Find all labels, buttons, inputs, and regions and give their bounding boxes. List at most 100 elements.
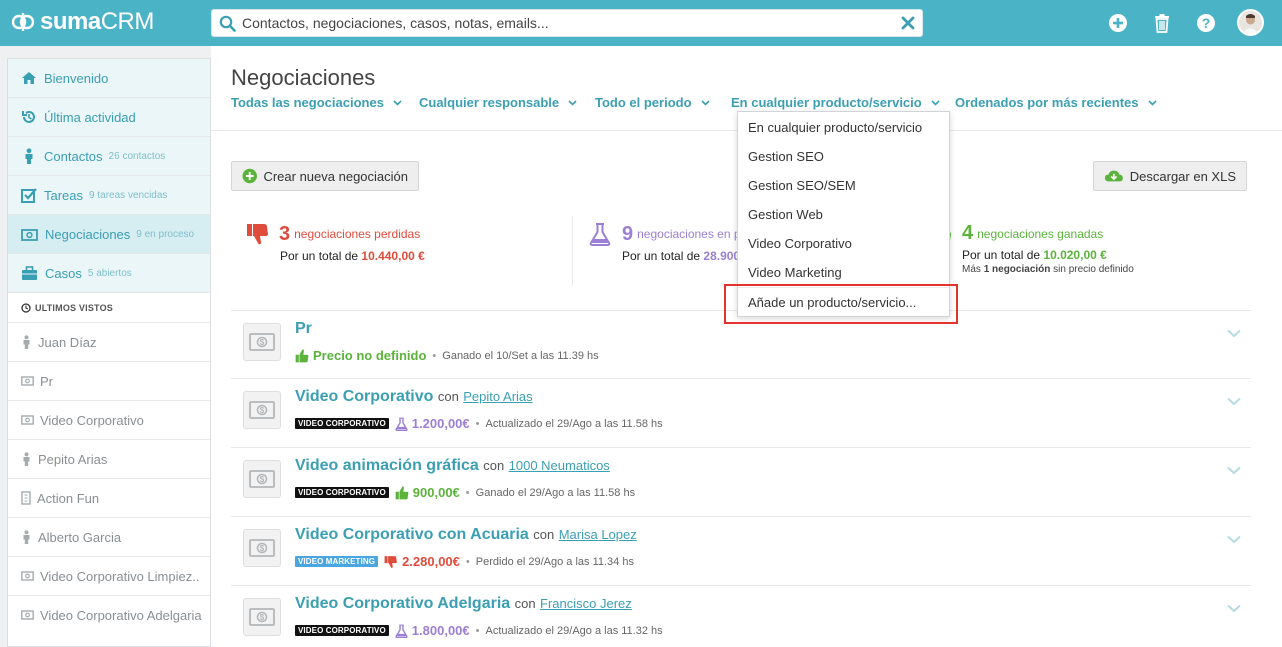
- dropdown-option[interactable]: Video Corporativo: [738, 229, 949, 258]
- brand-suffix: CRM: [100, 8, 155, 35]
- stat-won-note-num: 1: [983, 264, 990, 275]
- flask-icon: [395, 417, 408, 431]
- trash-icon[interactable]: [1152, 13, 1172, 33]
- deal-name-link[interactable]: Video Corporativo: [295, 388, 433, 405]
- recent-item[interactable]: Video Corporativo: [8, 400, 210, 439]
- money-icon: [21, 228, 38, 241]
- sidebar-item-label: Negociaciones: [45, 226, 131, 242]
- deal-name-link[interactable]: Video Corporativo con Acuaria: [295, 526, 529, 543]
- clear-search-icon[interactable]: [901, 16, 915, 30]
- thumbs-down-icon: [247, 224, 268, 245]
- money-icon: [21, 415, 34, 425]
- deal-row[interactable]: $ Video animación gráfica con 1000 Neuma…: [231, 447, 1251, 515]
- filter-label: En cualquier producto/servicio: [731, 95, 922, 110]
- sidebar-item-negociaciones[interactable]: Negociaciones 9 en proceso: [8, 215, 210, 254]
- svg-text:$: $: [260, 475, 265, 484]
- deal-row[interactable]: $ Video Corporativo con Acuaria con Mari…: [231, 516, 1251, 584]
- sidebar-item-tareas[interactable]: Tareas 9 tareas vencidas: [8, 176, 210, 215]
- deal-contact-link[interactable]: 1000 Neumaticos: [509, 458, 610, 473]
- plus-circle-icon: [242, 168, 257, 184]
- user-avatar[interactable]: [1237, 9, 1264, 36]
- recent-item[interactable]: Pr: [8, 361, 210, 400]
- deal-price: 900,00€: [412, 485, 460, 500]
- flask-icon: [395, 624, 408, 638]
- money-icon: [21, 376, 34, 386]
- chevron-down-icon: [931, 99, 940, 106]
- deal-meta: Actualizado el 29/Ago a las 11.58 hs: [485, 417, 663, 430]
- deal-meta: Ganado el 10/Set a las 11.39 hs: [442, 349, 599, 362]
- flask-icon: [589, 223, 611, 246]
- sidebar-item-meta: 9 en proceso: [136, 228, 195, 240]
- deal-contact-link[interactable]: Francisco Jerez: [540, 596, 632, 611]
- stat-open-count: 9: [622, 222, 634, 245]
- product-badge: VIDEO CORPORATIVO: [295, 625, 389, 636]
- recent-item-label: Video Corporativo Adelgaria: [40, 607, 202, 623]
- money-icon: [21, 610, 34, 620]
- deal-row[interactable]: $ Pr Precio no definido • Ganado el 10/S…: [231, 310, 1251, 378]
- dropdown-option[interactable]: Gestion SEO: [738, 142, 949, 171]
- create-deal-button[interactable]: Crear nueva negociación: [231, 161, 419, 191]
- cloud-download-icon: [1104, 170, 1123, 182]
- search-input[interactable]: [242, 13, 882, 33]
- sidebar-item-casos[interactable]: Casos 5 abiertos: [8, 254, 210, 293]
- deal-contact-link[interactable]: Marisa Lopez: [559, 527, 637, 542]
- filter-label: Cualquier responsable: [419, 95, 560, 110]
- sidebar-item-ultima-actividad[interactable]: Última actividad: [8, 98, 210, 137]
- chevron-down-icon[interactable]: [1227, 604, 1241, 613]
- dropdown-option[interactable]: Gestion Web: [738, 200, 949, 229]
- deal-price: 1.200,00€: [411, 416, 470, 431]
- deal-title: Pr: [295, 320, 312, 338]
- separator-dot: •: [475, 417, 480, 430]
- chevron-down-icon[interactable]: [1227, 397, 1241, 406]
- separator-dot: •: [465, 555, 470, 568]
- recent-item-label: Video Corporativo Limpiez..: [40, 568, 200, 584]
- deal-name-link[interactable]: Video animación gráfica: [295, 457, 479, 474]
- deal-row[interactable]: $ Video Corporativo con Pepito Arias VID…: [231, 378, 1251, 446]
- chevron-down-icon[interactable]: [1227, 466, 1241, 475]
- deal-price: Precio no definido: [313, 348, 427, 363]
- filter-owner[interactable]: Cualquier responsable: [419, 95, 577, 110]
- add-product-option[interactable]: Añade un producto/servicio...: [738, 287, 949, 316]
- stat-won-count: 4: [962, 222, 974, 244]
- sidebar-item-bienvenido[interactable]: Bienvenido: [8, 59, 210, 98]
- dropdown-option[interactable]: En cualquier producto/servicio: [738, 113, 949, 142]
- recent-item[interactable]: Video Corporativo Limpiez..: [8, 556, 210, 595]
- deal-meta: Ganado el 29/Ago a las 11.58 hs: [475, 486, 636, 499]
- filter-product[interactable]: En cualquier producto/servicio: [731, 95, 940, 110]
- recent-item[interactable]: Pepito Arias: [8, 439, 210, 478]
- add-icon[interactable]: [1108, 13, 1128, 33]
- recent-item[interactable]: Alberto Garcia: [8, 517, 210, 556]
- stat-open-total-prefix: Por un total de: [622, 249, 701, 263]
- stat-lost-label: negociaciones perdidas: [294, 227, 421, 241]
- product-badge: VIDEO MARKETING: [295, 556, 379, 567]
- dropdown-option[interactable]: Video Marketing: [738, 258, 949, 287]
- chevron-down-icon[interactable]: [1227, 535, 1241, 544]
- recent-item[interactable]: Video Corporativo Adelgaria: [8, 595, 210, 634]
- filter-label: Todas las negociaciones: [231, 95, 384, 110]
- stat-won-note-pre: Más: [962, 264, 981, 275]
- brand-logo[interactable]: sumaCRM: [10, 8, 154, 36]
- recent-item[interactable]: Action Fun: [8, 478, 210, 517]
- sidebar-item-contactos[interactable]: Contactos 26 contactos: [8, 137, 210, 176]
- person-icon: [25, 148, 33, 164]
- deal-name-link[interactable]: Video Corporativo Adelgaria: [295, 595, 510, 612]
- recent-item[interactable]: Juan Díaz: [8, 322, 210, 361]
- deal-name-link[interactable]: Pr: [295, 320, 312, 337]
- recent-title-text: ULTIMOS VISTOS: [35, 302, 113, 313]
- deal-contact-link[interactable]: Pepito Arias: [463, 389, 532, 404]
- recent-item-label: Pr: [40, 373, 53, 389]
- chevron-down-icon[interactable]: [1227, 329, 1241, 338]
- deal-connector: con: [514, 596, 536, 611]
- filter-sort[interactable]: Ordenados por más recientes: [955, 95, 1157, 110]
- dropdown-option[interactable]: Gestion SEO/SEM: [738, 171, 949, 200]
- download-xls-button[interactable]: Descargar en XLS: [1093, 161, 1247, 191]
- deal-status-line: VIDEO CORPORATIVO 1.800,00€ • Actualizad…: [295, 623, 663, 638]
- help-icon[interactable]: ?: [1196, 13, 1216, 33]
- filter-status[interactable]: Todas las negociaciones: [231, 95, 402, 110]
- briefcase-icon: [22, 265, 37, 280]
- separator-dot: •: [465, 486, 470, 499]
- global-search: [211, 9, 923, 37]
- download-xls-label: Descargar en XLS: [1129, 168, 1236, 184]
- deal-row[interactable]: $ Video Corporativo Adelgaria con Franci…: [231, 585, 1251, 647]
- filter-period[interactable]: Todo el periodo: [595, 95, 710, 110]
